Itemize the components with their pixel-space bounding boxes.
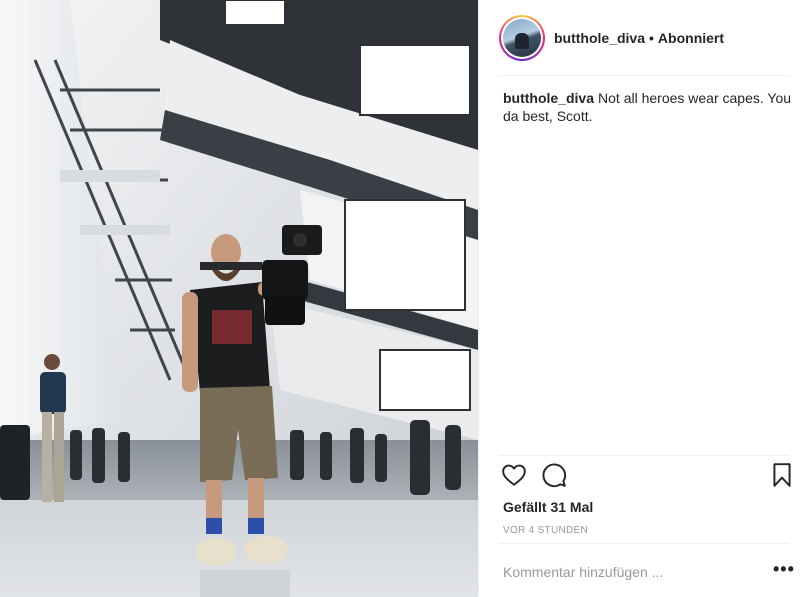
likes-count[interactable]: Gefällt 31 Mal <box>503 499 593 515</box>
heart-icon[interactable] <box>501 462 527 488</box>
post-header: butthole_diva • Abonniert <box>479 0 809 75</box>
separator-dot: • <box>649 29 654 46</box>
actions-divider <box>499 455 789 456</box>
header-text: butthole_diva • Abonniert <box>554 29 724 47</box>
comment-input[interactable] <box>503 564 773 580</box>
username-link[interactable]: butthole_diva <box>554 30 645 46</box>
post-caption: butthole_diva Not all heroes wear capes. … <box>503 89 793 125</box>
avatar[interactable] <box>499 14 545 61</box>
instagram-post: butthole_diva • Abonniert butthole_diva Not… <box>0 0 809 597</box>
post-photo[interactable] <box>0 0 478 597</box>
post-sidebar: butthole_diva • Abonniert butthole_diva Not… <box>478 0 809 597</box>
header-divider <box>499 75 789 76</box>
bookmark-icon[interactable] <box>769 462 795 488</box>
comment-bubble-icon[interactable] <box>541 462 567 488</box>
action-bar <box>501 462 795 492</box>
post-timestamp[interactable]: VOR 4 STUNDEN <box>503 525 588 536</box>
more-options-icon[interactable]: ••• <box>773 560 794 578</box>
comment-divider <box>499 543 789 544</box>
avatar-image <box>503 18 541 57</box>
comment-form: ••• <box>503 560 794 582</box>
photo-illustration <box>0 0 478 597</box>
caption-username-link[interactable]: butthole_diva <box>503 90 594 106</box>
follow-status-button[interactable]: Abonniert <box>658 30 724 46</box>
